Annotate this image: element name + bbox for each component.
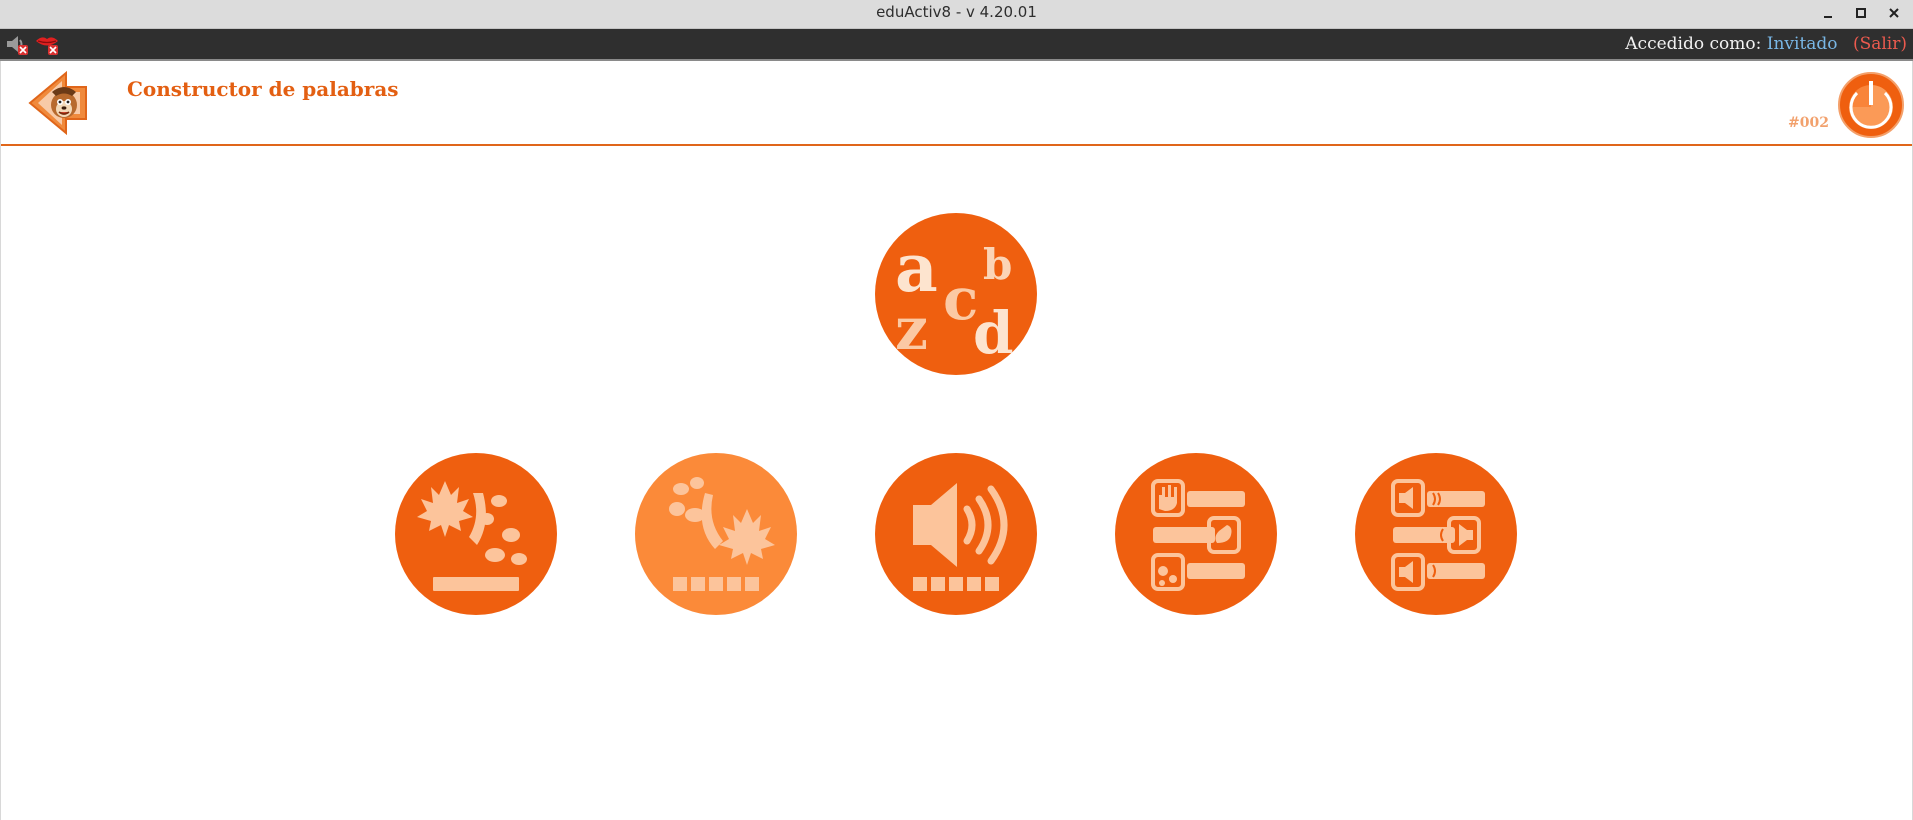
- logged-in-label: Accedido como:: [1625, 34, 1762, 54]
- session-info: Accedido como: Invitado (Salir): [1625, 29, 1907, 59]
- user-name-link[interactable]: Invitado: [1767, 34, 1838, 54]
- close-icon[interactable]: [1884, 3, 1904, 23]
- alphabet-letters-icon[interactable]: a c b z d: [875, 213, 1037, 375]
- hand-match-bars-icon[interactable]: [1115, 453, 1277, 615]
- logout-link[interactable]: (Salir): [1853, 34, 1907, 54]
- speaker-match-bars-icon[interactable]: [1355, 453, 1517, 615]
- window-title-bar: eduActiv8 - v 4.20.01: [0, 0, 1913, 29]
- power-icon[interactable]: [1837, 71, 1905, 139]
- maple-leaf-word-icon[interactable]: [395, 453, 557, 615]
- app-header: Constructor de palabras #002: [0, 61, 1913, 146]
- window-title: eduActiv8 - v 4.20.01: [876, 3, 1037, 21]
- minimize-icon[interactable]: [1818, 3, 1838, 23]
- maple-leaf-letters-icon[interactable]: [635, 453, 797, 615]
- speaker-letters-icon[interactable]: [875, 453, 1037, 615]
- session-bar: Accedido como: Invitado (Salir): [0, 29, 1913, 61]
- lips-muted-icon[interactable]: [34, 32, 62, 56]
- svg-text:d: d: [973, 299, 1014, 367]
- window-frame-left: [0, 61, 1, 820]
- svg-text:b: b: [983, 240, 1012, 289]
- page-title: Constructor de palabras: [127, 77, 399, 101]
- maximize-icon[interactable]: [1851, 3, 1871, 23]
- svg-text:z: z: [895, 295, 928, 363]
- speaker-muted-icon[interactable]: [4, 32, 32, 56]
- back-arrow-mascot-icon[interactable]: [26, 69, 90, 137]
- game-code-label: #002: [1788, 115, 1829, 131]
